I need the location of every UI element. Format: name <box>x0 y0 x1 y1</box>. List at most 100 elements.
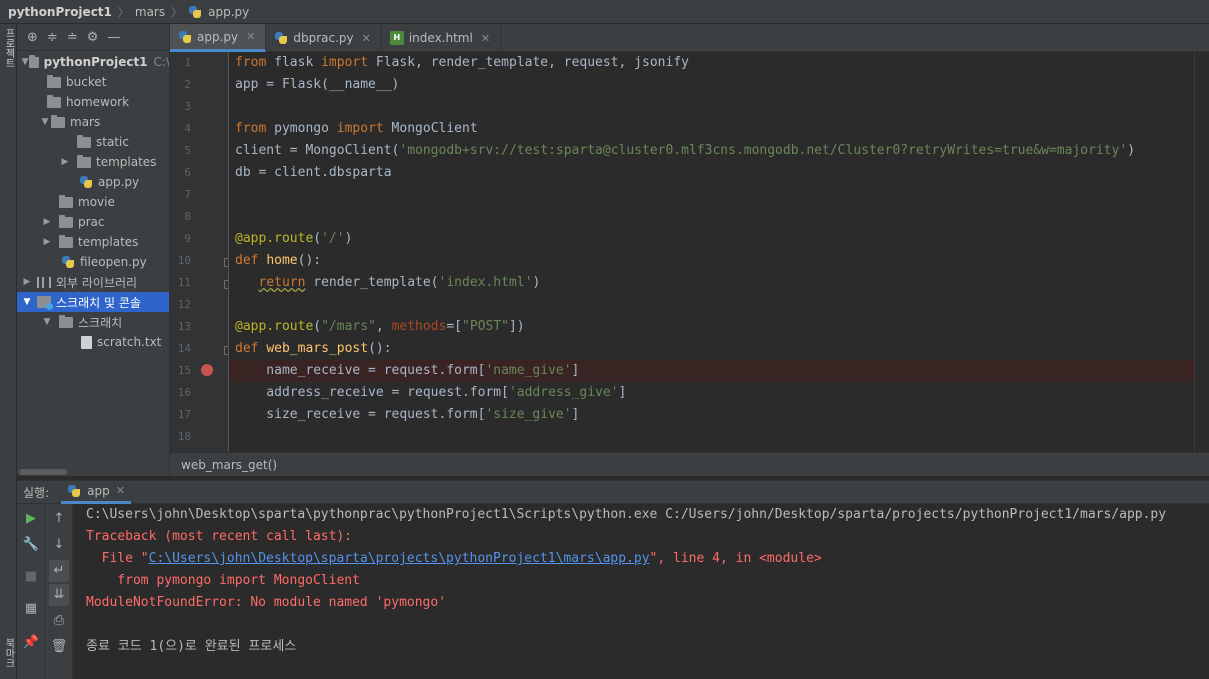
code-line[interactable]: size_receive = request.form['size_give'] <box>230 404 1195 426</box>
code-line[interactable]: def home(): <box>230 250 1195 272</box>
folder-icon <box>59 214 73 228</box>
tree-item-label: templates <box>96 155 157 169</box>
code-line[interactable] <box>230 206 1195 228</box>
code-line[interactable]: from pymongo import MongoClient <box>230 118 1195 140</box>
arrow-down-icon[interactable]: ↓ <box>45 534 73 556</box>
tree-item-mars[interactable]: ▼ mars <box>17 112 169 132</box>
chevron-down-icon[interactable]: ▼ <box>21 297 33 307</box>
layout-icon[interactable]: ▦ <box>17 598 45 620</box>
line-number: 16 <box>177 386 191 399</box>
tree-item-fileopen-py[interactable]: fileopen.py <box>17 252 169 272</box>
tree-item-app-py[interactable]: app.py <box>17 172 169 192</box>
line-number: 9 <box>184 232 191 245</box>
hide-panel-icon[interactable]: — <box>107 30 120 45</box>
pin-icon[interactable]: 📌 <box>17 632 45 654</box>
line-number: 15 <box>177 364 191 377</box>
library-icon <box>37 276 51 288</box>
close-icon[interactable]: ✕ <box>481 32 490 45</box>
soft-wrap-icon[interactable]: ↵ <box>49 560 69 582</box>
breadcrumb-project[interactable]: pythonProject1 <box>8 5 112 19</box>
fold-marker-icon[interactable] <box>224 258 228 267</box>
project-toolbar: ⊕ ≑ ≐ ⚙ — <box>17 24 169 51</box>
tree-item-scratches[interactable]: ▼ 스크래치 <box>17 312 169 332</box>
project-horizontal-scrollbar[interactable] <box>17 468 169 476</box>
tree-item-scratch-txt[interactable]: scratch.txt <box>17 332 169 352</box>
console-exit-message: 종료 코드 1(으)로 완료된 프로세스 <box>86 639 297 654</box>
tree-item-scratches-consoles[interactable]: ▼ 스크래치 및 콘솔 <box>17 292 169 312</box>
rerun-icon[interactable]: ▶ <box>17 508 45 530</box>
bookmarks-tool-window-button[interactable]: 북마크 <box>1 638 16 668</box>
console-file-link[interactable]: C:\Users\john\Desktop\sparta\projects\py… <box>149 551 650 566</box>
code-line[interactable] <box>230 426 1195 448</box>
scroll-to-end-icon[interactable]: ⇊ <box>49 584 69 606</box>
run-tab-app[interactable]: app ✕ <box>61 480 131 504</box>
line-number: 12 <box>177 298 191 311</box>
line-number: 1 <box>184 56 191 69</box>
locate-file-icon[interactable]: ⊕ <box>27 30 38 45</box>
chevron-down-icon[interactable]: ▼ <box>21 57 29 67</box>
fold-marker-icon[interactable] <box>224 346 228 355</box>
line-number: 3 <box>184 100 191 113</box>
tab-dbprac-py[interactable]: dbprac.py ✕ <box>266 24 382 52</box>
console-source-line: from pymongo import MongoClient <box>86 573 360 588</box>
tree-item-static[interactable]: static <box>17 132 169 152</box>
line-number: 13 <box>177 320 191 333</box>
chevron-right-icon[interactable]: ▶ <box>21 277 33 287</box>
expand-all-icon[interactable]: ≑ <box>47 30 58 45</box>
arrow-up-icon[interactable]: ↑ <box>45 508 73 530</box>
code-line[interactable]: address_receive = request.form['address_… <box>230 382 1195 404</box>
code-line[interactable]: def web_mars_post(): <box>230 338 1195 360</box>
code-line[interactable]: @app.route('/') <box>230 228 1195 250</box>
tree-item-templates-root[interactable]: ▶ templates <box>17 232 169 252</box>
tree-item-templates[interactable]: ▶ templates <box>17 152 169 172</box>
project-tool-window-button[interactable]: 프로젝트 <box>1 28 16 68</box>
console-error-line: ModuleNotFoundError: No module named 'py… <box>86 595 447 610</box>
code-line[interactable]: name_receive = request.form['name_give'] <box>230 360 1195 382</box>
run-console[interactable]: C:\Users\john\Desktop\sparta\pythonprac\… <box>74 504 1209 679</box>
collapse-all-icon[interactable]: ≐ <box>67 30 78 45</box>
breadcrumb-file[interactable]: app.py <box>208 5 249 19</box>
tree-item-prac[interactable]: ▶ prac <box>17 212 169 232</box>
scrollbar-thumb[interactable] <box>19 469 67 475</box>
tree-item-homework[interactable]: homework <box>17 92 169 112</box>
code-line[interactable] <box>230 294 1195 316</box>
code-line[interactable] <box>230 96 1195 118</box>
current-function-crumb[interactable]: web_mars_get() <box>181 458 277 472</box>
trash-icon[interactable]: 🗑 <box>45 636 73 658</box>
chevron-right-icon[interactable]: ▶ <box>41 237 53 247</box>
run-tab-label: app <box>87 483 110 498</box>
tab-label: dbprac.py <box>293 31 354 45</box>
close-icon[interactable]: ✕ <box>246 30 255 43</box>
code-editor[interactable]: from flask import Flask, render_template… <box>230 52 1209 452</box>
line-number: 6 <box>184 166 191 179</box>
close-icon[interactable]: ✕ <box>116 484 125 497</box>
close-icon[interactable]: ✕ <box>362 32 371 45</box>
tab-index-html[interactable]: H index.html ✕ <box>382 24 502 52</box>
tree-item-pythonproject1[interactable]: ▼ pythonProject1 C:\ <box>17 52 169 72</box>
settings-gear-icon[interactable]: ⚙ <box>87 30 99 45</box>
chevron-down-icon[interactable]: ▼ <box>39 117 51 127</box>
code-line[interactable]: @app.route("/mars", methods=["POST"]) <box>230 316 1195 338</box>
chevron-right-icon[interactable]: ▶ <box>41 217 53 227</box>
code-line[interactable] <box>230 184 1195 206</box>
chevron-right-icon[interactable]: ▶ <box>59 157 71 167</box>
tab-app-py[interactable]: app.py ✕ <box>170 24 267 52</box>
tree-item-movie[interactable]: movie <box>17 192 169 212</box>
code-line[interactable]: return render_template('index.html') <box>230 272 1195 294</box>
breakpoint-icon[interactable] <box>201 364 213 376</box>
tree-item-external-libraries[interactable]: ▶ 외부 라이브러리 <box>17 272 169 292</box>
code-line[interactable]: client = MongoClient('mongodb+srv://test… <box>230 140 1195 162</box>
wrench-icon[interactable]: 🔧 <box>17 534 45 556</box>
code-line[interactable]: from flask import Flask, render_template… <box>230 52 1195 74</box>
fold-marker-icon[interactable] <box>224 280 228 289</box>
stop-icon[interactable]: ■ <box>17 566 45 588</box>
tree-item-bucket[interactable]: bucket <box>17 72 169 92</box>
breadcrumb-folder[interactable]: mars <box>135 5 165 19</box>
folder-icon <box>59 314 73 328</box>
code-line[interactable]: db = client.dbsparta <box>230 162 1195 184</box>
code-line[interactable]: app = Flask(__name__) <box>230 74 1195 96</box>
print-icon[interactable]: ⎙ <box>45 610 73 632</box>
editor-gutter[interactable]: 1 2 3 4 5 6 7 8 9 10 11 12 13 14 15 16 1… <box>170 52 229 452</box>
folder-icon <box>51 114 65 128</box>
chevron-down-icon[interactable]: ▼ <box>41 317 53 327</box>
